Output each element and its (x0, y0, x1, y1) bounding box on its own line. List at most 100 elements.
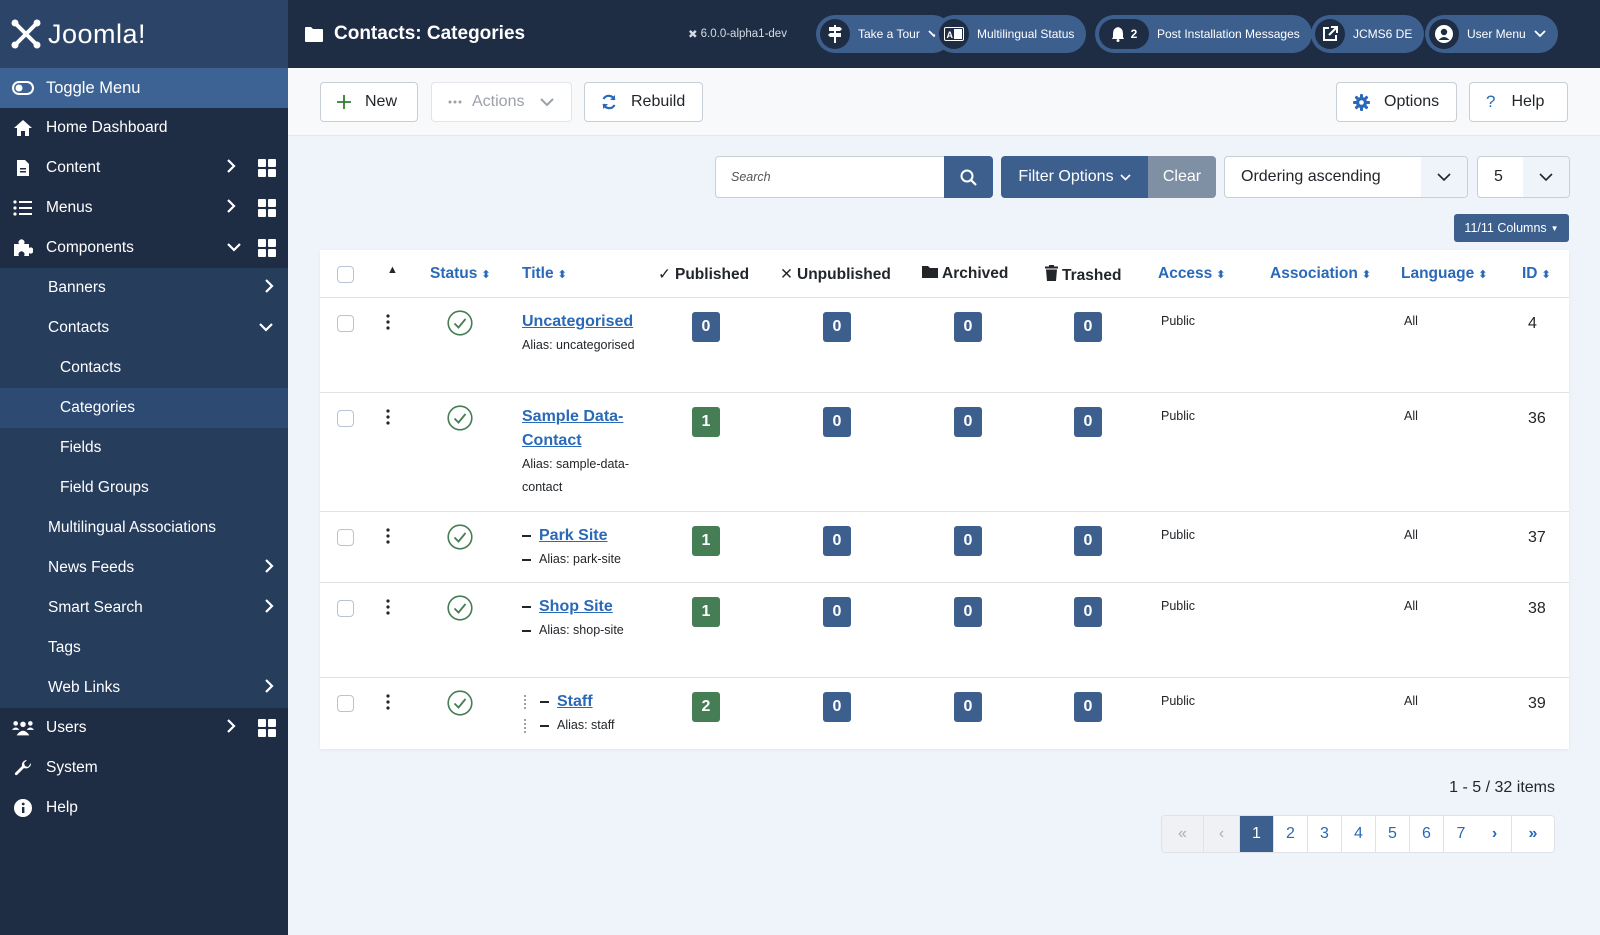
page-5-button[interactable]: 5 (1376, 816, 1410, 852)
sidebar-item-multilingual-associations[interactable]: Multilingual Associations (0, 508, 288, 548)
search-button[interactable] (944, 156, 993, 198)
clear-button[interactable]: Clear (1148, 156, 1216, 198)
drag-handle-icon[interactable] (386, 314, 390, 335)
archived-count-badge[interactable]: 0 (954, 692, 982, 722)
sidebar-item-banners[interactable]: Banners (0, 268, 288, 308)
published-status-toggle[interactable] (447, 310, 473, 341)
joomla-logo[interactable]: Joomla! (0, 0, 288, 68)
unpublished-count-badge[interactable]: 0 (823, 526, 851, 556)
unpublished-count-badge[interactable]: 0 (823, 407, 851, 437)
chevron-right-icon[interactable] (264, 598, 274, 619)
sidebar-item-help[interactable]: Help (0, 788, 288, 828)
user-menu-button[interactable]: User Menu (1425, 15, 1558, 53)
title-column-header[interactable]: Title ⬍ (522, 265, 567, 283)
chevron-right-icon[interactable] (226, 198, 236, 219)
page-2-button[interactable]: 2 (1274, 816, 1308, 852)
next-page-button[interactable]: › (1478, 816, 1512, 852)
actions-dropdown[interactable]: Actions (431, 82, 572, 122)
category-title-link[interactable]: Uncategorised (522, 313, 633, 330)
chevron-right-icon[interactable] (264, 558, 274, 579)
published-status-toggle[interactable] (447, 690, 473, 721)
archived-count-badge[interactable]: 0 (954, 597, 982, 627)
published-count-badge[interactable]: 2 (692, 692, 720, 722)
row-checkbox[interactable] (337, 529, 354, 546)
category-title-link[interactable]: Shop Site (539, 598, 613, 615)
dashboard-grid-icon[interactable] (258, 719, 276, 737)
sidebar-item-fields[interactable]: Fields (0, 428, 288, 468)
id-column-header[interactable]: ID ⬍ (1522, 265, 1551, 283)
multilingual-status-button[interactable]: A Multilingual Status (935, 15, 1087, 53)
list-limit-select[interactable]: 5 (1477, 156, 1570, 198)
chevron-right-icon[interactable] (226, 718, 236, 739)
search-input[interactable] (715, 156, 944, 198)
site-link-button[interactable]: JCMS6 DE (1311, 15, 1425, 53)
dashboard-grid-icon[interactable] (258, 199, 276, 217)
first-page-button[interactable]: « (1162, 816, 1204, 852)
sidebar-item-home-dashboard[interactable]: Home Dashboard (0, 108, 288, 148)
sidebar-item-field-groups[interactable]: Field Groups (0, 468, 288, 508)
row-checkbox[interactable] (337, 315, 354, 332)
chevron-right-icon[interactable] (226, 158, 236, 179)
drag-handle-icon[interactable] (386, 694, 390, 715)
access-column-header[interactable]: Access ⬍ (1158, 265, 1226, 283)
new-button[interactable]: New (320, 82, 418, 122)
drag-handle-icon[interactable] (386, 599, 390, 620)
trashed-count-badge[interactable]: 0 (1074, 692, 1102, 722)
chevron-down-icon[interactable] (226, 239, 242, 257)
row-checkbox[interactable] (337, 695, 354, 712)
chevron-right-icon[interactable] (264, 678, 274, 699)
published-count-badge[interactable]: 1 (692, 526, 720, 556)
published-status-toggle[interactable] (447, 524, 473, 555)
page-1-button[interactable]: 1 (1240, 816, 1274, 852)
category-title-link[interactable]: Staff (557, 693, 593, 710)
trashed-count-badge[interactable]: 0 (1074, 407, 1102, 437)
published-count-badge[interactable]: 0 (692, 312, 720, 342)
language-column-header[interactable]: Language ⬍ (1401, 265, 1487, 283)
row-checkbox[interactable] (337, 410, 354, 427)
sidebar-item-categories[interactable]: Categories (0, 388, 288, 428)
sidebar-item-smart-search[interactable]: Smart Search (0, 588, 288, 628)
ordering-select[interactable]: Ordering ascending (1224, 156, 1468, 198)
category-title-link[interactable]: Park Site (539, 527, 607, 544)
toggle-menu-button[interactable]: Toggle Menu (0, 68, 288, 108)
association-column-header[interactable]: Association ⬍ (1270, 265, 1371, 283)
published-status-toggle[interactable] (447, 595, 473, 626)
page-6-button[interactable]: 6 (1410, 816, 1444, 852)
filter-options-button[interactable]: Filter Options (1001, 156, 1148, 198)
sidebar-item-menus[interactable]: Menus (0, 188, 288, 228)
unpublished-count-badge[interactable]: 0 (823, 597, 851, 627)
sidebar-item-content[interactable]: Content (0, 148, 288, 188)
rebuild-button[interactable]: Rebuild (584, 82, 703, 122)
unpublished-count-badge[interactable]: 0 (823, 312, 851, 342)
chevron-down-icon[interactable] (258, 319, 274, 337)
archived-count-badge[interactable]: 0 (954, 526, 982, 556)
sidebar-item-contacts-list[interactable]: Contacts (0, 348, 288, 388)
ordering-sort-icon[interactable]: ▲ (387, 264, 398, 276)
published-status-toggle[interactable] (447, 405, 473, 436)
sidebar-item-tags[interactable]: Tags (0, 628, 288, 668)
archived-count-badge[interactable]: 0 (954, 312, 982, 342)
trashed-count-badge[interactable]: 0 (1074, 312, 1102, 342)
page-7-button[interactable]: 7 (1444, 816, 1478, 852)
trashed-count-badge[interactable]: 0 (1074, 526, 1102, 556)
take-a-tour-button[interactable]: Take a Tour (816, 15, 952, 53)
select-all-checkbox[interactable] (337, 266, 354, 283)
drag-handle-icon[interactable] (386, 528, 390, 549)
sidebar-item-system[interactable]: System (0, 748, 288, 788)
unpublished-count-badge[interactable]: 0 (823, 692, 851, 722)
archived-count-badge[interactable]: 0 (954, 407, 982, 437)
trashed-count-badge[interactable]: 0 (1074, 597, 1102, 627)
help-button[interactable]: ? Help (1469, 82, 1568, 122)
dashboard-grid-icon[interactable] (258, 239, 276, 257)
category-title-link[interactable]: Sample Data-Contact (522, 408, 623, 449)
sidebar-item-users[interactable]: Users (0, 708, 288, 748)
status-column-header[interactable]: Status ⬍ (430, 265, 491, 283)
page-4-button[interactable]: 4 (1342, 816, 1376, 852)
published-count-badge[interactable]: 1 (692, 407, 720, 437)
dashboard-grid-icon[interactable] (258, 159, 276, 177)
sidebar-item-news-feeds[interactable]: News Feeds (0, 548, 288, 588)
columns-toggle-button[interactable]: 11/11 Columns ▼ (1454, 214, 1569, 242)
sidebar-item-contacts[interactable]: Contacts (0, 308, 288, 348)
options-button[interactable]: Options (1336, 82, 1457, 122)
last-page-button[interactable]: » (1512, 816, 1554, 852)
